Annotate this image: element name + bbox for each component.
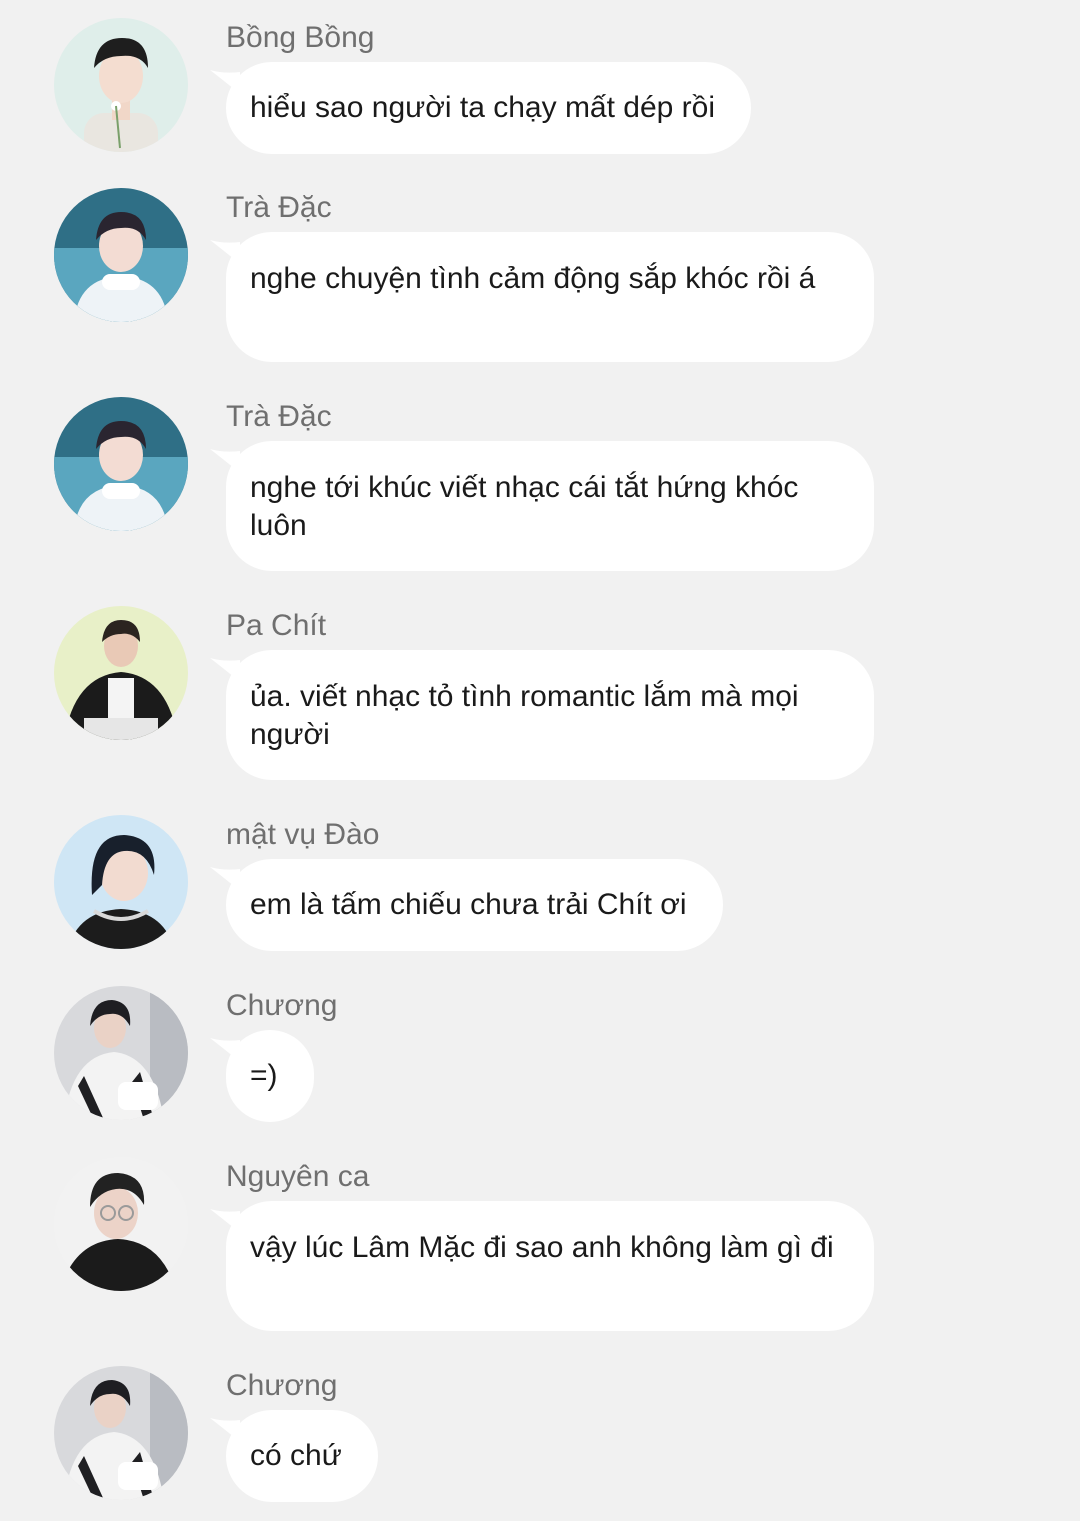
message-bubble[interactable]: vậy lúc Lâm Mặc đi sao anh không làm gì … [210, 1201, 874, 1331]
avatar-bong-bong-icon[interactable] [54, 18, 188, 152]
sender-name: Chương [226, 1369, 338, 1402]
message-bubble[interactable]: ủa. viết nhạc tỏ tình romantic lắm mà mọ… [210, 650, 874, 780]
sender-name: Trà Đặc [226, 191, 332, 224]
bubble-tail [210, 1209, 240, 1233]
sender-name: Trà Đặc [226, 400, 332, 433]
avatar-chuong-icon[interactable] [54, 986, 188, 1120]
message-bubble[interactable]: nghe tới khúc viết nhạc cái tắt hứng khó… [210, 441, 874, 571]
message-bubble[interactable]: =) [210, 1030, 314, 1122]
message-text: có chứ [250, 1439, 342, 1472]
bubble-tail [210, 1038, 240, 1062]
sender-name: mật vụ Đào [226, 818, 380, 851]
bubble-tail [210, 1418, 240, 1442]
sender-name: Nguyên ca [226, 1160, 370, 1193]
message-text: nghe chuyện tình cảm động sắp khóc rồi á [250, 262, 816, 295]
avatar-nguyen-ca-icon[interactable] [54, 1157, 188, 1291]
avatar-tra-dac-icon[interactable] [54, 397, 188, 531]
sender-name: Bồng Bồng [226, 21, 375, 54]
bubble-tail [210, 70, 240, 94]
message-text: em là tấm chiếu chưa trải Chít ơi [250, 888, 687, 921]
avatar-chuong-icon[interactable] [54, 1366, 188, 1500]
avatar-pa-chit-icon[interactable] [54, 606, 188, 740]
message-bubble[interactable]: nghe chuyện tình cảm động sắp khóc rồi á [210, 232, 874, 362]
bubble-tail [210, 658, 240, 682]
message-text: vậy lúc Lâm Mặc đi sao anh không làm gì … [250, 1231, 834, 1264]
bubble-tail [210, 867, 240, 891]
message-text: =) [250, 1059, 278, 1092]
avatar-tra-dac-icon[interactable] [54, 188, 188, 322]
message-bubble[interactable]: em là tấm chiếu chưa trải Chít ơi [210, 859, 723, 951]
message-text: hiểu sao người ta chạy mất dép rồi [250, 91, 716, 124]
message-text: nghe tới khúc viết nhạc cái tắt hứng khó… [250, 471, 799, 542]
bubble-tail [210, 240, 240, 264]
avatar-mat-vu-dao-icon[interactable] [54, 815, 188, 949]
message-text: ủa. viết nhạc tỏ tình romantic lắm mà mọ… [250, 680, 799, 751]
message-bubble[interactable]: hiểu sao người ta chạy mất dép rồi [210, 62, 752, 154]
message-bubble[interactable]: có chứ [210, 1410, 378, 1502]
sender-name: Pa Chít [226, 609, 327, 642]
bubble-tail [210, 449, 240, 473]
sender-name: Chương [226, 989, 338, 1022]
